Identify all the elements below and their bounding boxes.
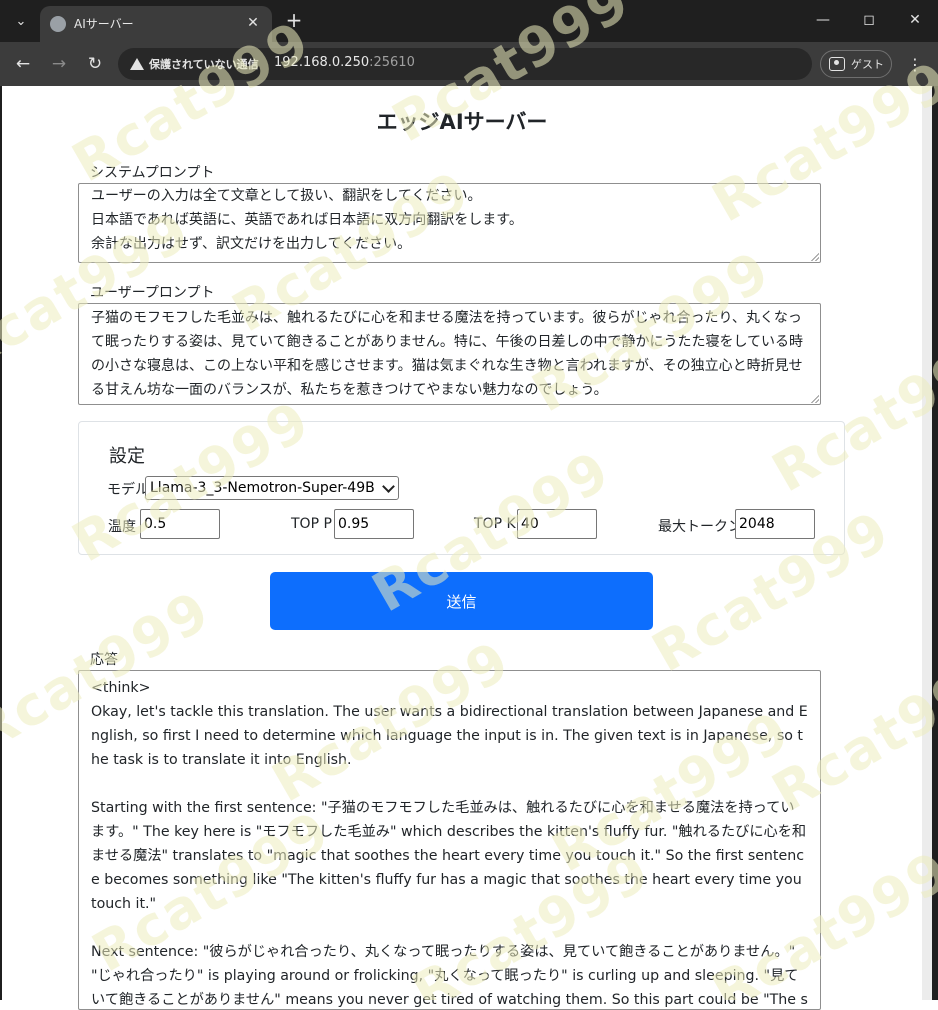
window-close-icon[interactable]: ✕ (892, 6, 938, 34)
maximize-icon[interactable]: ◻ (846, 6, 892, 34)
url-host: 192.168.0.250 (274, 55, 370, 70)
back-arrow-icon[interactable]: ← (10, 51, 36, 77)
minimize-icon[interactable]: — (800, 6, 846, 34)
top-k-label: TOP K (474, 516, 516, 532)
guest-profile-icon (829, 57, 845, 71)
profile-button[interactable]: ゲスト (820, 50, 892, 78)
globe-icon (50, 16, 66, 32)
forward-arrow-icon[interactable]: → (46, 51, 72, 77)
top-k-input[interactable]: 40 (517, 509, 597, 539)
max-tokens-label: 最大トークン (658, 519, 742, 535)
page-title: エッジAIサーバー (376, 110, 548, 134)
security-warning-text: 保護されていない通信 (149, 58, 259, 71)
resize-handle-icon[interactable] (811, 395, 819, 403)
url-port: :25610 (369, 55, 415, 70)
profile-label: ゲスト (851, 58, 884, 71)
security-warning-chip[interactable]: 保護されていない通信 (122, 52, 269, 76)
browser-tab[interactable]: AIサーバー ✕ (40, 6, 272, 42)
top-p-label: TOP P (291, 516, 332, 532)
address-bar[interactable]: 保護されていない通信 192.168.0.250:25610 (118, 48, 812, 80)
system-prompt-text: ユーザーの入力は全て文章として扱い、翻訳をしてください。 日本語であれば英語に、… (91, 188, 523, 252)
model-label: モデル (107, 482, 149, 498)
close-icon[interactable]: ✕ (242, 12, 264, 34)
tab-strip: ⌄ AIサーバー ✕ + — ◻ ✕ (0, 0, 938, 42)
user-prompt-textarea[interactable]: 子猫のモフモフした毛並みは、触れるたびに心を和ませる魔法を持っています。彼らがじ… (78, 303, 821, 405)
url-text[interactable]: 192.168.0.250:25610 (274, 55, 415, 70)
chevron-down-icon[interactable]: ⌄ (8, 8, 34, 34)
browser-toolbar: ← → ↻ 保護されていない通信 192.168.0.250:25610 ゲスト… (0, 42, 938, 86)
user-prompt-label: ユーザープロンプト (90, 285, 215, 301)
settings-panel: 設定 モデル Llama-3_3-Nemotron-Super-49B 温度 0… (78, 421, 845, 555)
response-label: 応答 (90, 652, 118, 668)
user-prompt-text: 子猫のモフモフした毛並みは、触れるたびに心を和ませる魔法を持っています。彼らがじ… (91, 310, 804, 398)
model-select[interactable]: Llama-3_3-Nemotron-Super-49B (145, 476, 399, 500)
system-prompt-label: システムプロンプト (90, 165, 215, 181)
system-prompt-textarea[interactable]: ユーザーの入力は全て文章として扱い、翻訳をしてください。 日本語であれば英語に、… (78, 183, 821, 263)
reload-icon[interactable]: ↻ (82, 51, 108, 77)
max-tokens-input[interactable]: 2048 (735, 509, 815, 539)
window-border-right (932, 86, 938, 1000)
settings-title: 設定 (109, 446, 145, 467)
top-p-input[interactable]: 0.95 (334, 509, 414, 539)
warning-icon (130, 58, 144, 70)
plus-icon[interactable]: + (282, 8, 306, 32)
page-content: エッジAIサーバー システムプロンプト ユーザーの入力は全て文章として扱い、翻訳… (2, 86, 922, 1010)
chevron-down-icon (382, 480, 395, 493)
more-menu-icon[interactable]: ⋮ (904, 51, 926, 77)
temperature-label: 温度 (108, 519, 136, 535)
send-button[interactable]: 送信 (270, 572, 653, 630)
model-selected-value: Llama-3_3-Nemotron-Super-49B (150, 480, 375, 496)
resize-handle-icon[interactable] (811, 253, 819, 261)
response-textarea[interactable]: <think> Okay, let's tackle this translat… (78, 670, 821, 1010)
temperature-input[interactable]: 0.5 (140, 509, 220, 539)
tab-title: AIサーバー (74, 17, 134, 31)
